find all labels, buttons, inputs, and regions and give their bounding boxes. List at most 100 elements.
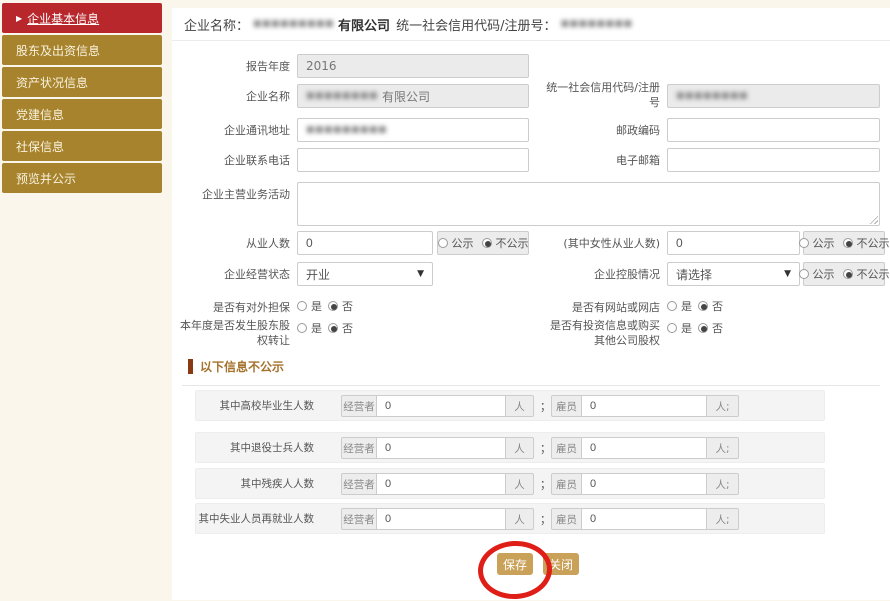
radio-private-label: 不公示 [857, 235, 890, 251]
equity-transfer-label: 本年度是否发生股东股权转让 [172, 318, 290, 348]
employee-count-input[interactable] [581, 508, 707, 530]
employee-count-label: 从业人数 [172, 236, 290, 251]
section-divider [182, 385, 880, 386]
credit-code-label: 统一社会信用代码/注册号： [396, 15, 556, 34]
email-field[interactable] [667, 148, 880, 172]
sidebar-item-label: 社保信息 [16, 138, 64, 155]
main-panel: 企业名称： ■■■■■■■■■ 有限公司 统一社会信用代码/注册号： ■■■■■… [172, 8, 890, 600]
separator-text: ； [540, 469, 551, 500]
operator-addon: 经营者 [341, 437, 376, 459]
phone-label: 企业联系电话 [172, 153, 290, 168]
investment-label: 是否有投资信息或购买其他公司股权 [548, 318, 660, 348]
unit-addon: 人; [707, 508, 739, 530]
holding-select[interactable]: 请选择 ▼ [667, 262, 800, 286]
separator-text: ； [540, 504, 551, 535]
radio-private[interactable] [843, 269, 853, 279]
address-label: 企业通讯地址 [172, 123, 290, 138]
radio-yes-label: 是 [311, 298, 322, 314]
equity-transfer-radiogroup: 是 否 [297, 320, 353, 336]
radio-public-label: 公示 [813, 266, 835, 282]
female-count-field[interactable] [667, 231, 800, 255]
section-title-text: 以下信息不公示 [200, 358, 284, 375]
credit-code-field-label: 统一社会信用代码/注册号 [542, 80, 660, 110]
sidebar-item-label: 资产状况信息 [16, 74, 88, 91]
radio-yes[interactable] [667, 323, 677, 333]
employee-count-field[interactable] [297, 231, 433, 255]
save-button[interactable]: 保存 [497, 553, 533, 575]
radio-no[interactable] [698, 323, 708, 333]
operator-count-input[interactable] [376, 437, 506, 459]
row-label: 其中残疾人人数 [190, 469, 314, 500]
employee-input-group: 雇员 人; [551, 508, 739, 530]
operator-count-input[interactable] [376, 395, 506, 417]
holding-value: 请选择 [676, 266, 712, 283]
radio-public-label: 公示 [813, 235, 835, 251]
website-radiogroup: 是 否 [667, 298, 723, 314]
radio-public-label: 公示 [452, 235, 474, 251]
chevron-down-icon: ▼ [417, 269, 424, 279]
employee-addon: 雇员 [551, 395, 581, 417]
radio-no[interactable] [328, 323, 338, 333]
unit-addon: 人 [506, 508, 534, 530]
radio-no-label: 否 [712, 298, 723, 314]
radio-no[interactable] [698, 301, 708, 311]
company-name-field: ■■■■■■■■ 有限公司 [297, 84, 529, 108]
page-title: 企业名称： ■■■■■■■■■ 有限公司 统一社会信用代码/注册号： ■■■■■… [172, 8, 890, 41]
radio-private[interactable] [843, 238, 853, 248]
close-button[interactable]: 关闭 [543, 553, 579, 575]
email-label: 电子邮箱 [472, 153, 660, 168]
sidebar-item-assets[interactable]: 资产状况信息 [2, 67, 162, 97]
radio-yes[interactable] [297, 323, 307, 333]
sidebar-item-party-building[interactable]: 党建信息 [2, 99, 162, 129]
employee-input-group: 雇员 人; [551, 395, 739, 417]
row-label: 其中退役士兵人数 [190, 433, 314, 464]
radio-public[interactable] [799, 238, 809, 248]
sidebar-item-preview-publish[interactable]: 预览并公示 [2, 163, 162, 193]
credit-code-field: ■■■■■■■■ [667, 84, 880, 108]
website-label: 是否有网站或网店 [472, 300, 660, 315]
sidebar-item-label: 预览并公示 [16, 170, 76, 187]
radio-yes-label: 是 [681, 298, 692, 314]
business-activity-textarea[interactable] [297, 182, 880, 226]
employee-count-input[interactable] [581, 437, 707, 459]
operator-input-group: 经营者 人 [341, 395, 534, 417]
radio-public[interactable] [438, 238, 448, 248]
radio-yes[interactable] [297, 301, 307, 311]
radio-public[interactable] [799, 269, 809, 279]
sidebar-item-shareholders[interactable]: 股东及出资信息 [2, 35, 162, 65]
business-activity-label: 企业主营业务活动 [172, 187, 290, 202]
postcode-field[interactable] [667, 118, 880, 142]
sidebar-item-label: 企业基本信息 [27, 10, 99, 27]
operating-status-label: 企业经营状态 [172, 267, 290, 282]
non-public-section-title: 以下信息不公示 [188, 358, 284, 375]
caret-right-icon: ▶ [16, 14, 22, 23]
employee-addon: 雇员 [551, 508, 581, 530]
operating-status-select[interactable]: 开业 ▼ [297, 262, 433, 286]
unit-addon: 人 [506, 473, 534, 495]
employee-count-input[interactable] [581, 473, 707, 495]
redacted-credit-code: ■■■■■■■■ [560, 19, 632, 29]
row-reemployed: 其中失业人员再就业人数 经营者 人 ； 雇员 人; [195, 503, 825, 534]
company-suffix-text: 有限公司 [382, 88, 430, 105]
sidebar-item-social-security[interactable]: 社保信息 [2, 131, 162, 161]
radio-no-label: 否 [342, 320, 353, 336]
row-disabled: 其中残疾人人数 经营者 人 ； 雇员 人; [195, 468, 825, 499]
report-year-value: 2016 [306, 59, 337, 73]
operator-addon: 经营者 [341, 473, 376, 495]
sidebar-item-basic-info[interactable]: ▶ 企业基本信息 [2, 3, 162, 33]
radio-no[interactable] [328, 301, 338, 311]
female-publicity-radiogroup: 公示 不公示 [803, 231, 885, 255]
radio-yes-label: 是 [681, 320, 692, 336]
section-bar-icon [188, 359, 193, 374]
operator-count-input[interactable] [376, 473, 506, 495]
operating-status-value: 开业 [306, 266, 330, 283]
row-label: 其中高校毕业生人数 [190, 391, 314, 422]
company-name-label: 企业名称： [184, 15, 249, 34]
unit-addon: 人 [506, 395, 534, 417]
radio-no-label: 否 [712, 320, 723, 336]
operator-count-input[interactable] [376, 508, 506, 530]
employee-count-input[interactable] [581, 395, 707, 417]
radio-yes[interactable] [667, 301, 677, 311]
operator-input-group: 经营者 人 [341, 473, 534, 495]
female-count-label: (其中女性从业人数) [472, 236, 660, 251]
